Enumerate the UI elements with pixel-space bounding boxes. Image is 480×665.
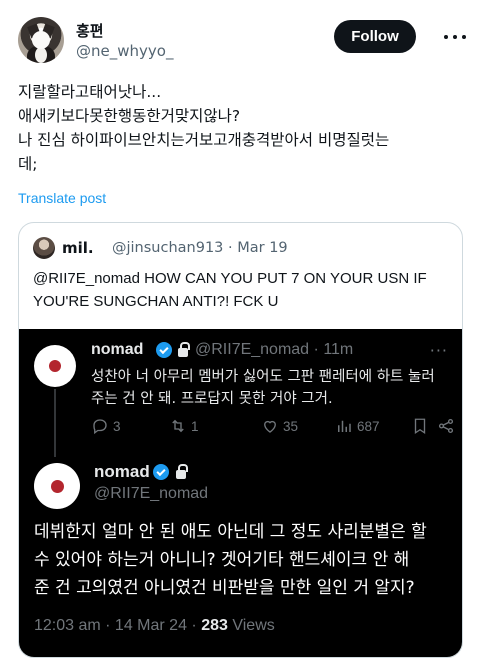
tweet-line: 나 진심 하이파이브안치는거보고개충격받아서 비명질럿는	[18, 131, 390, 149]
retweet-count: 1	[191, 418, 199, 434]
quote-text: @RII7E_nomad HOW CAN YOU PUT 7 ON YOUR U…	[33, 267, 453, 313]
more-options-icon[interactable]	[444, 28, 466, 46]
reply1-text: 성찬아 너 아무리 멤버가 싫어도 그판 팬레터에 하트 눌러 주는 건 안 돼…	[91, 366, 451, 410]
reply1-time: 11m	[323, 341, 354, 358]
reply-action: 3	[91, 417, 121, 435]
retweet-action: 1	[169, 417, 199, 435]
share-icon	[438, 418, 454, 434]
reply2-handle: @RII7E_nomad	[94, 485, 209, 502]
views-action: 687	[335, 417, 380, 435]
embedded-screenshot: nomad @RII7E_nomad · 11m ··· 성찬아 너 아무리 멤…	[19, 329, 462, 657]
author-handle[interactable]: @ne_whyyo_	[76, 42, 173, 60]
tweet-text: 지랄할라고태어낫나... 애새키보다못한행동한거맞지않나? 나 진심 하이파이브…	[18, 80, 463, 176]
reply1-avatar	[34, 345, 76, 387]
views-count: 687	[357, 418, 380, 434]
quote-author-avatar	[33, 237, 55, 259]
reply1-separator: ·	[313, 341, 319, 358]
quote-line: @RII7E_nomad HOW CAN YOU PUT 7 ON YOUR U…	[33, 270, 427, 287]
reply1-line: 주는 건 안 돼. 프로답지 못한 거야 그거.	[91, 391, 333, 407]
like-action: 35	[261, 417, 298, 435]
reply2-footer: 12:03 am · 14 Mar 24 · 283 Views	[34, 617, 275, 635]
author-avatar[interactable]	[18, 17, 64, 63]
quote-author-handle: @jinsuchan913	[112, 240, 224, 256]
reply1-name: nomad	[91, 341, 144, 358]
like-count: 35	[283, 418, 299, 434]
follow-button[interactable]: Follow	[334, 20, 416, 53]
tweet-line: 애새키보다못한행동한거맞지않나?	[18, 107, 241, 125]
translate-post-link[interactable]: Translate post	[18, 190, 106, 206]
quote-line: YOU'RE SUNGCHAN ANTI?! FCK U	[33, 293, 279, 310]
reply1-meta: @RII7E_nomad · 11m	[195, 341, 353, 359]
reply2-name: nomad	[94, 462, 150, 481]
quote-author-name: mil.	[62, 239, 94, 257]
verified-badge-icon	[153, 464, 169, 480]
quote-meta: @jinsuchan913 · Mar 19	[112, 240, 288, 256]
reply2-avatar	[34, 463, 80, 509]
tweet-line: 데;	[18, 155, 38, 173]
reply2-views-count: 283	[201, 617, 228, 634]
reply2-timestamp: 12:03 am · 14 Mar 24 ·	[34, 617, 197, 634]
retweet-icon	[172, 419, 184, 433]
reply-count: 3	[113, 418, 121, 434]
tweet-line: 지랄할라고태어낫나...	[18, 83, 162, 101]
reply-icon	[93, 419, 107, 435]
tweet-header: 홍편 @ne_whyyo_ Follow	[18, 14, 466, 64]
share-action	[437, 417, 459, 435]
quote-date: Mar 19	[237, 240, 288, 256]
reply2-line: 데뷔한지 얼마 안 된 애도 아닌데 그 정도 사리분별은 할	[34, 522, 427, 542]
reply2-line: 수 있어야 하는거 아니니? 겟어기타 핸드셰이크 안 해	[34, 550, 410, 570]
reply2-line: 준 건 고의였건 아니였건 비판받을 만한 일인 거 알지?	[34, 578, 415, 598]
views-icon	[338, 420, 351, 432]
reply2-text: 데뷔한지 얼마 안 된 애도 아닌데 그 정도 사리분별은 할 수 있어야 하는…	[34, 518, 454, 602]
verified-badge-icon	[156, 342, 172, 358]
reply2-views-label: Views	[232, 617, 275, 634]
bookmark-action	[411, 417, 433, 435]
quoted-tweet[interactable]: mil. @jinsuchan913 · Mar 19 @RII7E_nomad…	[18, 222, 463, 658]
bookmark-icon	[414, 418, 426, 435]
lock-icon	[178, 342, 190, 357]
reply1-actions: 3 1 35 687	[91, 417, 454, 437]
reply1-line: 성찬아 너 아무리 멤버가 싫어도 그판 팬레터에 하트 눌러	[91, 369, 435, 385]
heart-icon	[264, 420, 276, 433]
quote-separator: ·	[228, 240, 233, 256]
author-name[interactable]: 홍편	[76, 20, 104, 41]
reply1-handle: @RII7E_nomad	[195, 341, 310, 358]
lock-icon	[176, 464, 188, 479]
reply1-more-icon: ···	[429, 341, 448, 360]
thread-line	[54, 389, 56, 457]
